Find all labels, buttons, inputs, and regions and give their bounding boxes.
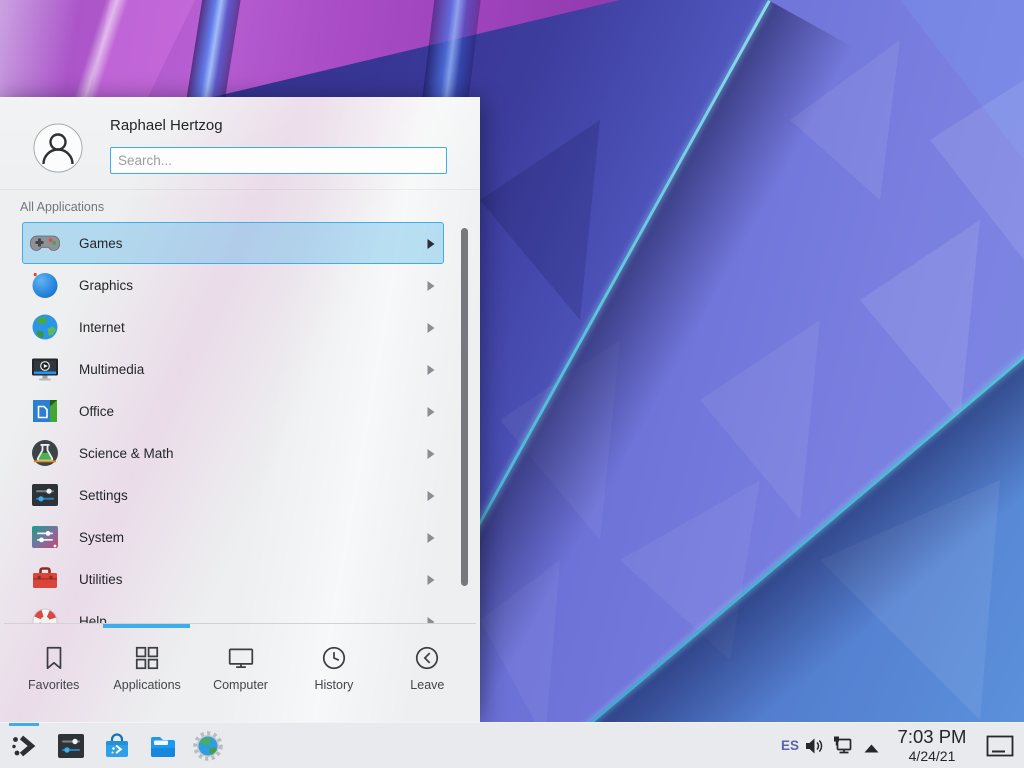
list-scrollbar[interactable]: [461, 228, 468, 586]
menu-item-label: Multimedia: [79, 362, 144, 377]
menu-item-system[interactable]: System: [22, 516, 444, 558]
leave-icon: [413, 644, 441, 672]
tab-label: Favorites: [28, 678, 79, 692]
menu-item-label: Help: [79, 614, 107, 624]
menu-item-science-math[interactable]: Science & Math: [22, 432, 444, 474]
globe-icon: [29, 311, 61, 343]
header-divider: [0, 189, 480, 190]
help-lifebuoy-icon: [29, 605, 61, 623]
settings-sliders-icon: [29, 479, 61, 511]
application-launcher-button[interactable]: [9, 730, 41, 762]
chevron-right-icon: [427, 449, 435, 459]
chevron-right-icon: [427, 533, 435, 543]
network-icon[interactable]: [832, 735, 856, 757]
menu-item-help[interactable]: Help: [22, 600, 444, 623]
menu-item-label: Office: [79, 404, 114, 419]
show-desktop-button[interactable]: [986, 735, 1014, 757]
menu-item-utilities[interactable]: Utilities: [22, 558, 444, 600]
wallpaper-cyan-line: [505, 0, 1024, 768]
menu-item-label: Graphics: [79, 278, 133, 293]
tab-favorites[interactable]: Favorites: [7, 628, 100, 722]
tab-applications[interactable]: Applications: [100, 628, 193, 722]
chevron-right-icon: [427, 575, 435, 585]
keyboard-layout-indicator[interactable]: ES: [776, 723, 804, 768]
digital-clock[interactable]: 7:03 PM 4/24/21: [888, 725, 976, 765]
menu-item-label: Settings: [79, 488, 128, 503]
menu-item-label: Utilities: [79, 572, 123, 587]
taskbar-panel: ES 7:03 PM 4/24/21: [0, 722, 1024, 768]
menu-item-office[interactable]: Office: [22, 390, 444, 432]
system-settings-button[interactable]: [55, 730, 87, 762]
user-name: Raphael Hertzog: [110, 117, 223, 134]
tab-label: Computer: [213, 678, 268, 692]
category-list: Games Graphics: [0, 222, 480, 623]
history-clock-icon: [320, 644, 348, 672]
search-input[interactable]: [110, 147, 447, 174]
web-browser-button[interactable]: [192, 730, 224, 762]
discover-software-button[interactable]: [101, 730, 133, 762]
menu-item-label: Internet: [79, 320, 125, 335]
tab-label: History: [314, 678, 353, 692]
paint-sphere-icon: [29, 269, 61, 301]
menu-item-label: Science & Math: [79, 446, 174, 461]
menu-item-multimedia[interactable]: Multimedia: [22, 348, 444, 390]
chevron-right-icon: [427, 491, 435, 501]
launcher-active-indicator: [9, 723, 39, 726]
science-flask-icon: [29, 437, 61, 469]
menu-item-settings[interactable]: Settings: [22, 474, 444, 516]
gamepad-icon: [29, 227, 61, 259]
chevron-right-icon: [427, 281, 435, 291]
launcher-tabbar: Favorites Applications: [7, 628, 474, 722]
clock-time: 7:03 PM: [888, 725, 976, 748]
menu-item-label: System: [79, 530, 124, 545]
expand-tray-arrow-icon[interactable]: [863, 741, 880, 752]
computer-monitor-icon: [227, 644, 255, 672]
chevron-right-icon: [427, 239, 435, 249]
tab-leave[interactable]: Leave: [381, 628, 474, 722]
tabbar-divider: [4, 623, 476, 624]
menu-item-graphics[interactable]: Graphics: [22, 264, 444, 306]
desktop: Raphael Hertzog All Applications Games: [0, 0, 1024, 768]
bookmark-icon: [40, 644, 68, 672]
section-label-all-applications: All Applications: [20, 200, 104, 214]
tab-history[interactable]: History: [287, 628, 380, 722]
chevron-right-icon: [427, 407, 435, 417]
chevron-right-icon: [427, 323, 435, 333]
tab-computer[interactable]: Computer: [194, 628, 287, 722]
volume-icon[interactable]: [804, 736, 825, 756]
file-manager-button[interactable]: [147, 730, 179, 762]
menu-item-label: Games: [79, 236, 123, 251]
tab-label: Leave: [410, 678, 444, 692]
application-launcher-menu: Raphael Hertzog All Applications Games: [0, 97, 480, 722]
applications-grid-icon: [133, 644, 161, 672]
system-sliders-icon: [29, 521, 61, 553]
utilities-toolbox-icon: [29, 563, 61, 595]
menu-item-internet[interactable]: Internet: [22, 306, 444, 348]
clock-date: 4/24/21: [888, 748, 976, 765]
office-document-icon: [29, 395, 61, 427]
user-avatar[interactable]: [33, 123, 83, 173]
multimedia-monitor-icon: [29, 353, 61, 385]
tab-label: Applications: [113, 678, 180, 692]
menu-item-games[interactable]: Games: [22, 222, 444, 264]
chevron-right-icon: [427, 365, 435, 375]
